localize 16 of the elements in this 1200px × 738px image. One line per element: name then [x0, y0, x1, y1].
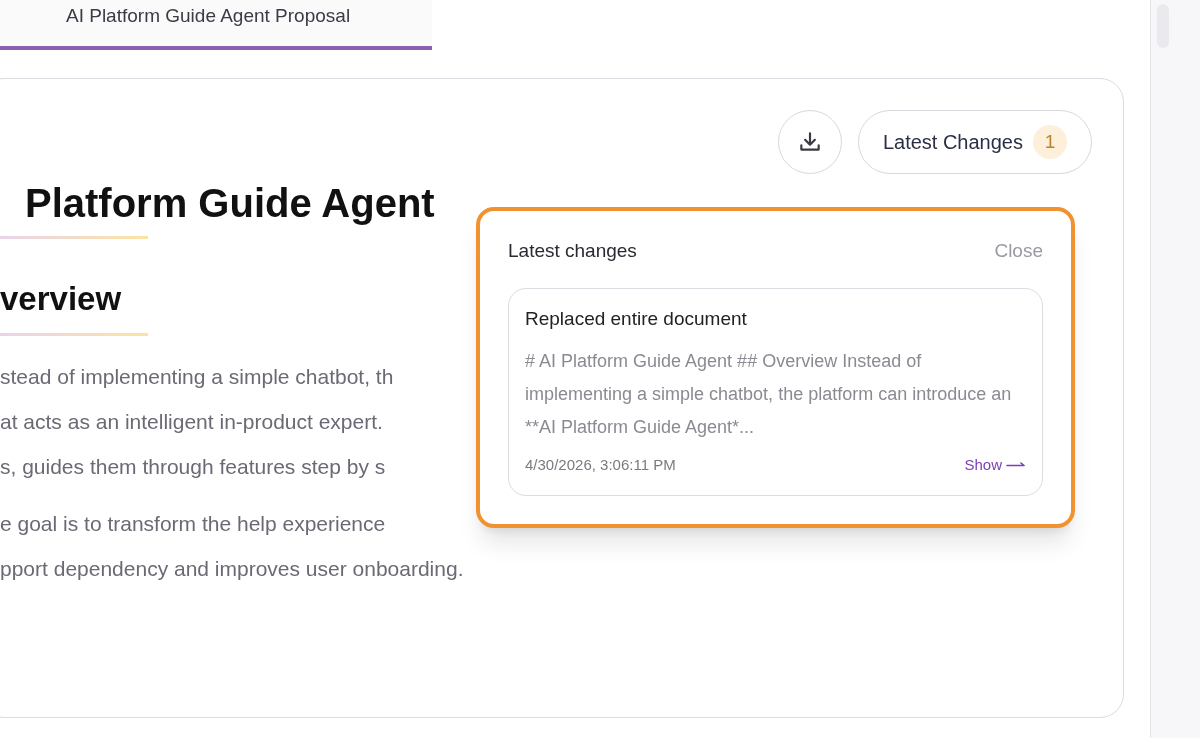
count-badge: 1 [1033, 125, 1067, 159]
popover-title: Latest changes [508, 239, 637, 263]
paragraph-line: e goal is to transform the help experience [0, 511, 387, 537]
document-tab[interactable]: AI Platform Guide Agent Proposal [0, 0, 432, 50]
change-card[interactable]: Replaced entire document # AI Platform Guide Agent ## Overview Instead of implementing a simple chatbot, the platform can introduce an **AI Platform Guide Agent*... 4/30/2026, 3:06:11 PM Show [508, 287, 1043, 496]
change-preview: # AI Platform Guide Agent ## Overview Instead of implementing a simple chatbot, the platform can introduce an **AI Platform Guide Agent*... [525, 350, 1013, 439]
section-heading: verview [0, 279, 123, 319]
latest-changes-button[interactable]: Latest Changes 1 [857, 110, 1092, 174]
show-link[interactable]: Show [964, 454, 1026, 477]
paragraph-line: stead of implementing a simple chatbot, th [0, 364, 395, 390]
change-title: Replaced entire document [525, 306, 748, 331]
change-timestamp: 4/30/2026, 3:06:11 PM [525, 455, 676, 475]
document-heading: Platform Guide Agent [25, 180, 436, 227]
paragraph-line: s, guides them through features step by s [0, 454, 387, 480]
paragraph-line: pport dependency and improves user onboarding. [0, 556, 464, 582]
paragraph-line: at acts as an intelligent in-product expert. [0, 409, 384, 435]
